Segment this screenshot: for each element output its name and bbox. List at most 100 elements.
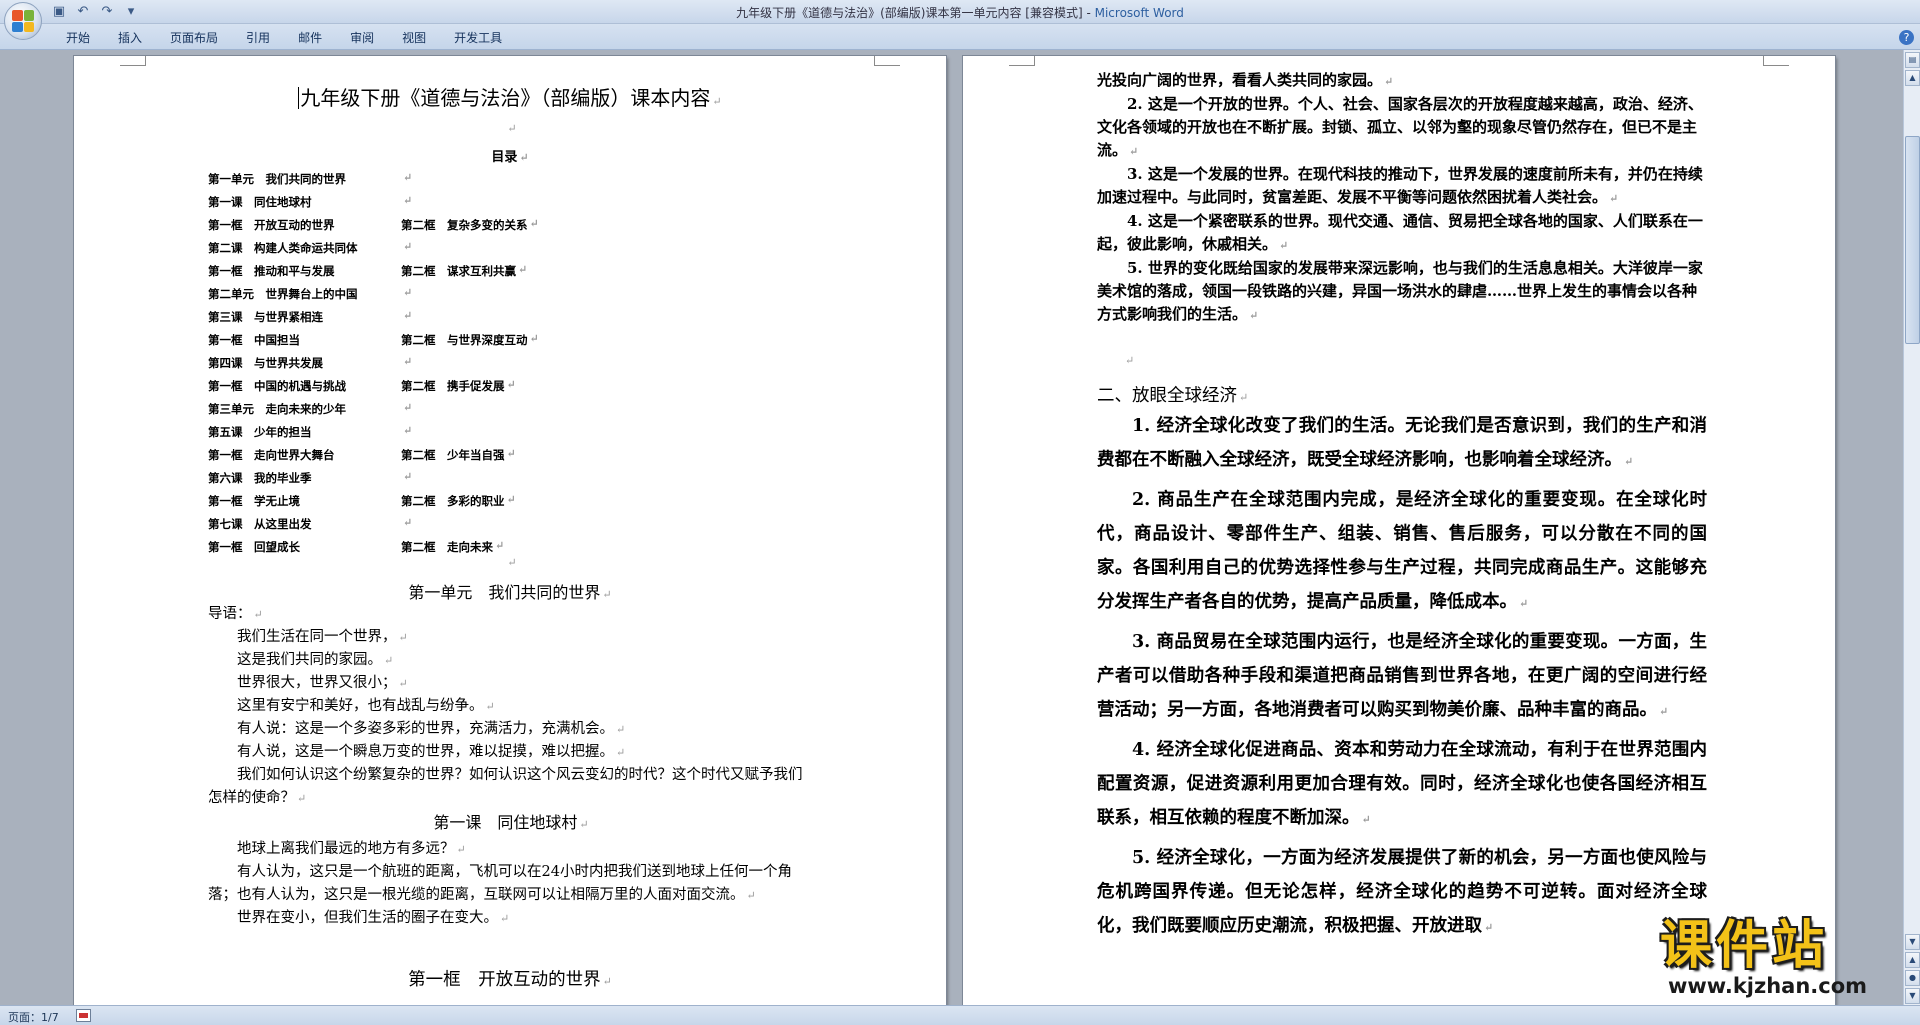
toc-entry[interactable]: 第一框 推动和平与发展 第二框 谋求互利共赢 ↵ <box>208 263 808 286</box>
economy-paragraph-text: 4. 经济全球化促进商品、资本和劳动力在全球流动，有利于在世界范围内配置资源，促… <box>1097 740 1707 828</box>
intro-line: 我们如何认识这个纷繁复杂的世界？如何认识这个风云变幻的时代？这个时代又赋予我们怎… <box>208 764 814 810</box>
watermark-logo: 课件站 www.kjzhan.com <box>1660 918 1910 1002</box>
unit-heading: 第一单元 我们共同的世界 ↵ <box>408 583 612 602</box>
paragraph-mark: ↵ <box>1624 455 1634 468</box>
office-button[interactable] <box>4 2 42 40</box>
document-page-left[interactable]: 九年级下册《道德与法治》（部编版）课本内容 ↵ ↵ 目录 ↵ 第一单元 我们共同的世… <box>74 56 946 1016</box>
intro-line-text: 世界很大，世界又很小； <box>237 675 397 691</box>
economy-paragraph: 3. 商品贸易在全球范围内运行，也是经济全球化的重要变现。一方面，生产者可以借助… <box>1097 625 1707 729</box>
toc-entry[interactable]: 第一框 学无止境 第二框 多彩的职业 ↵ <box>208 493 808 516</box>
right-paragraph-text: 4. 这是一个紧密联系的世界。现代交通、通信、贸易把全球各地的国家、人们联系在一… <box>1097 212 1703 253</box>
help-icon[interactable]: ? <box>1899 30 1914 45</box>
toc-entry[interactable]: 第一框 中国的机遇与挑战 第二框 携手促发展 ↵ <box>208 378 808 401</box>
toc-entry[interactable]: 第一单元 我们共同的世界 ↵ <box>208 171 808 194</box>
lesson-paragraph: 世界在变小，但我们生活的圈子在变大。 ↵ <box>208 907 814 930</box>
ribbon: 开始 插入 页面布局 引用 邮件 审阅 视图 开发工具 ? <box>0 24 1920 50</box>
status-bar: 页面：1/7 <box>0 1005 1920 1025</box>
paragraph-mark: ↵ <box>384 654 394 667</box>
paragraph-mark: ↵ <box>1484 921 1494 934</box>
lesson-heading-text: 第一课 同住地球村 <box>433 813 578 832</box>
ribbon-tab[interactable]: 页面布局 <box>156 29 232 46</box>
toc-entry[interactable]: 第五课 少年的担当 ↵ <box>208 424 808 447</box>
document-title-heading: 九年级下册《道德与法治》（部编版）课本内容 ↵ <box>298 86 722 110</box>
document-title: 九年级下册《道德与法治》(部编版)课本第一单元内容 [兼容模式] - <box>736 6 1095 20</box>
toc-entry-label: 第二框 复杂多变的关系 <box>401 218 528 232</box>
lesson-paragraphs: 地球上离我们最远的地方有多远？ ↵ 有人认为，这只是一个航班的距离，飞机可以在24小… <box>208 838 814 930</box>
paragraph-mark: ↵ <box>507 122 517 135</box>
intro-line: 世界很大，世界又很小； ↵ <box>208 672 814 695</box>
economy-paragraph: 2. 商品生产在全球范围内完成，是经济全球化的重要变现。在全球化时代，商品设计、… <box>1097 483 1707 621</box>
lesson-paragraph: 地球上离我们最远的地方有多远？ ↵ <box>208 838 814 861</box>
ribbon-tab[interactable]: 插入 <box>104 29 156 46</box>
right-paragraph: 5. 世界的变化既给国家的发展带来深远影响，也与我们的生活息息相关。大洋彼岸一家… <box>1097 257 1707 327</box>
intro-label: 导语： ↵ <box>208 606 263 622</box>
toc-entry[interactable]: 第三单元 走向未来的少年 ↵ <box>208 401 808 424</box>
toc-entry-label: 第一框 推动和平与发展 <box>208 264 335 278</box>
toc-entry[interactable]: 第一框 中国担当 第二框 与世界深度互动 ↵ <box>208 332 808 355</box>
document-page-right[interactable]: 光投向广阔的世界，看看人类共同的家园。 ↵ 2. 这是一个开放的世界。个人、社会、国… <box>963 56 1835 1016</box>
ruler-toggle-icon[interactable]: ▤ <box>1905 52 1920 68</box>
paragraph-mark: ↵ <box>1125 354 1135 367</box>
office-logo-icon <box>12 10 34 32</box>
toc-entry-label: 第七课 从这里出发 <box>208 517 312 531</box>
paragraph-mark: ↵ <box>403 401 413 414</box>
paragraph-mark: ↵ <box>1279 239 1289 252</box>
economy-paragraph-text: 5. 经济全球化，一方面为经济发展提供了新的机会，另一方面也使风险与危机跨国界传… <box>1097 848 1707 936</box>
proofing-icon[interactable] <box>76 1009 91 1022</box>
ribbon-tab[interactable]: 开始 <box>52 29 104 46</box>
lesson-paragraph: 有人认为，这只是一个航班的距离，飞机可以在24小时内把我们送到地球上任何一个角落… <box>208 861 814 907</box>
intro-lines: 我们生活在同一个世界， ↵ 这是我们共同的家园。 ↵ 世界很大，世界又很小； ↵ 这里有安宁… <box>208 626 814 810</box>
toc-entry[interactable]: 第四课 与世界共发展 ↵ <box>208 355 808 378</box>
left-body: 导语： ↵ 我们生活在同一个世界， ↵ 这是我们共同的家园。 ↵ 世界很大，世界又很小； ↵… <box>208 603 814 930</box>
ribbon-tab[interactable]: 开发工具 <box>440 29 516 46</box>
paragraph-mark: ↵ <box>529 332 539 345</box>
unit-heading-text: 第一单元 我们共同的世界 <box>408 583 601 602</box>
paragraph-mark: ↵ <box>500 912 510 925</box>
toc-entry[interactable]: 第二课 构建人类命运共同体 ↵ <box>208 240 808 263</box>
paragraph-mark: ↵ <box>1519 597 1529 610</box>
toc-entry-label: 第三课 与世界紧相连 <box>208 310 323 324</box>
scroll-up-icon[interactable]: ▲ <box>1905 70 1920 86</box>
lesson-paragraph-text: 有人认为，这只是一个航班的距离，飞机可以在24小时内把我们送到地球上任何一个角落… <box>208 864 792 903</box>
vertical-scrollbar[interactable]: ▤ ▲ ▼ ▲ ● ▼ <box>1903 50 1920 1005</box>
toc-entry[interactable]: 第三课 与世界紧相连 ↵ <box>208 309 808 332</box>
page-number-status[interactable]: 页面：1/7 <box>8 1009 59 1025</box>
paragraph-mark: ↵ <box>518 263 528 276</box>
intro-label-text: 导语： <box>208 606 252 622</box>
toc-entry[interactable]: 第一框 开放互动的世界 第二框 复杂多变的关系 ↵ <box>208 217 808 240</box>
ribbon-tab[interactable]: 邮件 <box>284 29 336 46</box>
paragraph-mark: ↵ <box>403 470 413 483</box>
scrollbar-thumb[interactable] <box>1905 136 1920 344</box>
toc-entry[interactable]: 第二单元 世界舞台上的中国 ↵ <box>208 286 808 309</box>
paragraph-mark: ↵ <box>403 309 413 322</box>
paragraph-mark: ↵ <box>529 217 539 230</box>
paragraph-mark: ↵ <box>506 378 516 391</box>
paragraph-mark: ↵ <box>1384 75 1394 88</box>
toc-entry[interactable]: 第一课 同住地球村 ↵ <box>208 194 808 217</box>
economy-paragraph-text: 2. 商品生产在全球范围内完成，是经济全球化的重要变现。在全球化时代，商品设计、… <box>1097 490 1707 612</box>
intro-line: 我们生活在同一个世界， ↵ <box>208 626 814 649</box>
toc-entry-label: 第二课 构建人类命运共同体 <box>208 241 358 255</box>
window-title: 九年级下册《道德与法治》(部编版)课本第一单元内容 [兼容模式] - Micro… <box>0 4 1920 21</box>
toc-entry[interactable]: 第七课 从这里出发 ↵ <box>208 516 808 539</box>
toc-entry-label: 第二框 携手促发展 <box>401 379 505 393</box>
ribbon-tab[interactable]: 视图 <box>388 29 440 46</box>
right-top-text: 光投向广阔的世界，看看人类共同的家园。 ↵ 2. 这是一个开放的世界。个人、社会、国… <box>1097 69 1707 327</box>
toc-entry-label: 第一课 同住地球村 <box>208 195 312 209</box>
right-paragraph: 光投向广阔的世界，看看人类共同的家园。 ↵ <box>1097 69 1707 93</box>
toc-entry-label: 第一框 开放互动的世界 <box>208 218 335 232</box>
table-of-contents: 第一单元 我们共同的世界 ↵ 第一课 同住地球村 ↵ 第一框 开放互动的世界 第二框 复杂… <box>208 171 808 562</box>
toc-entry[interactable]: 第一框 走向世界大舞台 第二框 少年当自强 ↵ <box>208 447 808 470</box>
lesson-paragraph-text: 世界在变小，但我们生活的圈子在变大。 <box>237 910 498 926</box>
paragraph-mark: ↵ <box>1659 705 1669 718</box>
intro-line-text: 我们生活在同一个世界， <box>237 629 397 645</box>
toc-entry[interactable]: 第六课 我的毕业季 ↵ <box>208 470 808 493</box>
paragraph-mark: ↵ <box>403 355 413 368</box>
paragraph-mark: ↵ <box>403 424 413 437</box>
toc-entry-label: 第五课 少年的担当 <box>208 425 312 439</box>
right-paragraph-text: 2. 这是一个开放的世界。个人、社会、国家各层次的开放程度越来越高，政治、经济、… <box>1097 95 1703 159</box>
ribbon-tab[interactable]: 引用 <box>232 29 284 46</box>
ribbon-tab[interactable]: 审阅 <box>336 29 388 46</box>
intro-line: 这是我们共同的家园。 ↵ <box>208 649 814 672</box>
paragraph-mark: ↵ <box>403 286 413 299</box>
